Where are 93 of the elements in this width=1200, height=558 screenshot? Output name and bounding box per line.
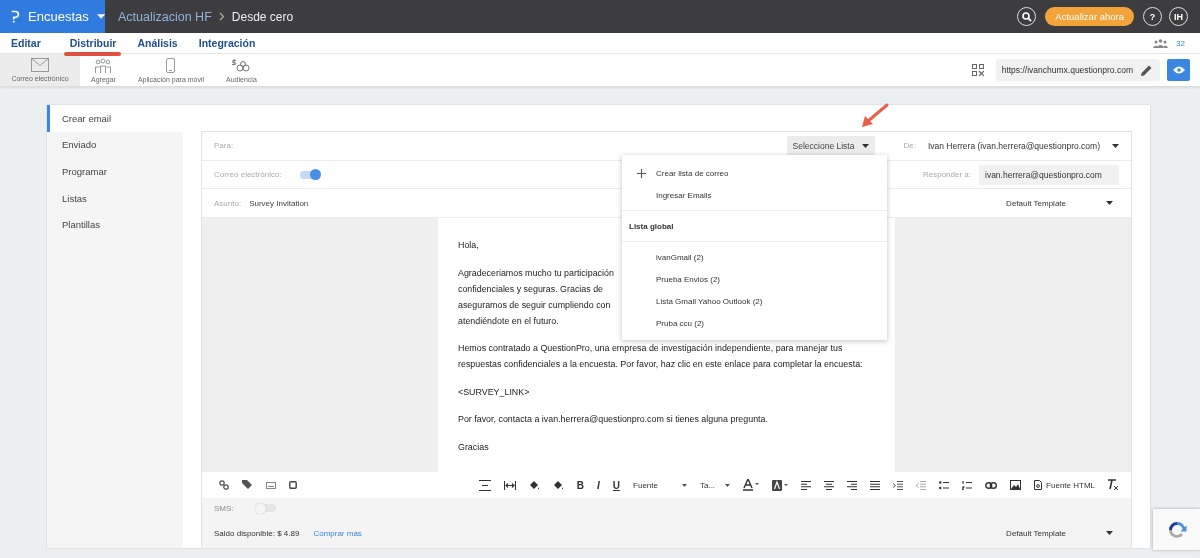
template-dropdown[interactable]: Default Template [1006, 198, 1113, 208]
caret-icon [681, 483, 687, 487]
field-label: SMS: [214, 503, 234, 513]
email-paragraph: Por favor, contacta a ivan.herrera@questionpro.com si tienes alguna pregunta. [458, 413, 768, 427]
caret-icon [862, 143, 870, 148]
sidebar-item[interactable]: Listas [47, 184, 183, 212]
paint-bucket-icon[interactable] [552, 479, 564, 491]
menu-section-header: Lista global [622, 210, 887, 242]
sender-dropdown[interactable]: Ivan Herrera (ivan.herrera@questionpro.com) [927, 140, 1119, 151]
align-icon[interactable] [824, 480, 835, 490]
chevron-icon [218, 12, 225, 21]
envelope-icon [31, 58, 49, 72]
indent-icon[interactable] [893, 480, 904, 490]
clear-format-icon[interactable] [1108, 479, 1119, 492]
nav-tab[interactable]: Integración [187, 33, 266, 53]
app-name: Encuestas [28, 9, 89, 24]
recaptcha-badge[interactable] [1153, 509, 1200, 550]
paint-bucket-icon[interactable] [528, 479, 540, 491]
qr-code-icon[interactable] [971, 64, 984, 76]
field-label: Asunto: [214, 198, 242, 208]
balance-text: Saldo disponible: $ 4.89 [214, 528, 300, 538]
caret-icon [1106, 201, 1113, 206]
pencil-icon[interactable] [1141, 64, 1152, 76]
text-color-icon[interactable] [743, 479, 760, 492]
menu-item[interactable]: Crear lista de correo [622, 162, 887, 184]
audience-icon [232, 57, 251, 73]
survey-url-field[interactable]: https://ivanchumx.questionpro.com [995, 59, 1160, 81]
size-dropdown[interactable]: Ta... [699, 480, 731, 490]
template-dropdown[interactable]: Default Template [1006, 528, 1113, 538]
people-icon [1153, 38, 1169, 48]
field-label: De: [903, 141, 916, 151]
sidebar-item[interactable]: Programar [47, 158, 183, 185]
link-icon[interactable] [219, 480, 229, 491]
format-button[interactable]: B [576, 479, 585, 491]
menu-item[interactable]: Ingresar Emails [622, 184, 887, 206]
email-toggle[interactable] [299, 170, 320, 179]
annotation-arrow [859, 102, 891, 130]
caret-icon [96, 14, 105, 19]
horizontal-rule-icon[interactable] [478, 479, 491, 491]
align-icon[interactable] [870, 480, 881, 490]
email-paragraph: Hola, [458, 239, 479, 253]
nav-tab[interactable]: Distribuir [58, 33, 127, 53]
menu-item[interactable]: Prueba Envios (2) [622, 268, 887, 290]
caret-icon [1106, 531, 1113, 536]
image-icon[interactable] [1010, 480, 1022, 491]
nav-tab[interactable]: Editar [0, 33, 51, 53]
file-icon [1034, 480, 1043, 491]
eye-icon [1172, 66, 1185, 74]
sidebar-item[interactable]: Crear email [47, 105, 183, 132]
format-button[interactable]: U [612, 479, 621, 491]
search-icon [1021, 11, 1032, 22]
keyboard-icon[interactable] [266, 481, 276, 489]
phone-icon [166, 57, 176, 73]
link-icon[interactable] [985, 481, 998, 489]
reply-to-field[interactable]: ivan.herrera@questionpro.com [979, 164, 1119, 185]
font-dropdown[interactable]: Fuente [633, 480, 687, 490]
subject-field[interactable]: Survey Invitation [249, 198, 309, 208]
caret-icon [1112, 143, 1119, 148]
preview-button[interactable] [1167, 59, 1190, 81]
field-label: Correo electrónico: [214, 170, 282, 180]
logo-icon [10, 9, 21, 24]
email-paragraph: <SURVEY_LINK> [458, 385, 530, 399]
buy-more-link[interactable]: Comprar más [313, 528, 362, 538]
align-icon[interactable] [847, 480, 858, 490]
tag-icon[interactable] [242, 480, 253, 491]
plus-icon [637, 168, 646, 178]
html-source-button[interactable]: Fuente HTML [1034, 480, 1095, 491]
sms-toggle[interactable] [255, 504, 276, 513]
survey-title: Desde cero [231, 9, 294, 24]
list-dropdown[interactable]: Seleccione Lista [786, 135, 876, 156]
highlight-color-icon[interactable] [772, 479, 789, 491]
format-button[interactable]: I [597, 479, 600, 491]
email-paragraph: Gracias [458, 440, 489, 454]
email-paragraph: Agradeceriamos mucho tu participación confidenciales y seguras. Gracias de aseguramos de seguir cumpliendo con atendiéndote en el futuro. [458, 266, 614, 328]
align-icon[interactable] [801, 480, 812, 490]
sidebar-item[interactable]: Plantillas [47, 211, 183, 238]
people-icon [94, 57, 113, 73]
email-paragraph: Hemos contratado a QuestionPro, una empresa de investigación independiente, para manejar tus respuestas confidenciales a la encuesta. Por favor, haz clic en este enlace para completar la encuesta: [458, 342, 863, 372]
menu-item[interactable]: ivanGmail (2) [622, 246, 887, 268]
menu-item[interactable]: Pruba ccu (2) [622, 312, 887, 334]
square-icon[interactable] [289, 481, 297, 490]
width-icon[interactable] [503, 480, 516, 490]
caret-icon [725, 483, 731, 487]
numbered-list-icon[interactable] [962, 480, 973, 490]
sidebar-item[interactable]: Enviado [47, 131, 183, 159]
menu-item[interactable]: Lista Gmail Yahoo Outlook (2) [622, 290, 887, 312]
participant-count[interactable]: 32 [1176, 38, 1185, 48]
nav-tab[interactable]: Análisis [126, 33, 188, 53]
field-label: Para: [214, 141, 234, 151]
bullet-list-icon[interactable] [939, 480, 950, 490]
app-switcher[interactable]: Encuestas [0, 0, 105, 33]
field-label: Responder a: [922, 170, 971, 180]
breadcrumb-link[interactable]: Actualizacion HF [118, 9, 212, 24]
